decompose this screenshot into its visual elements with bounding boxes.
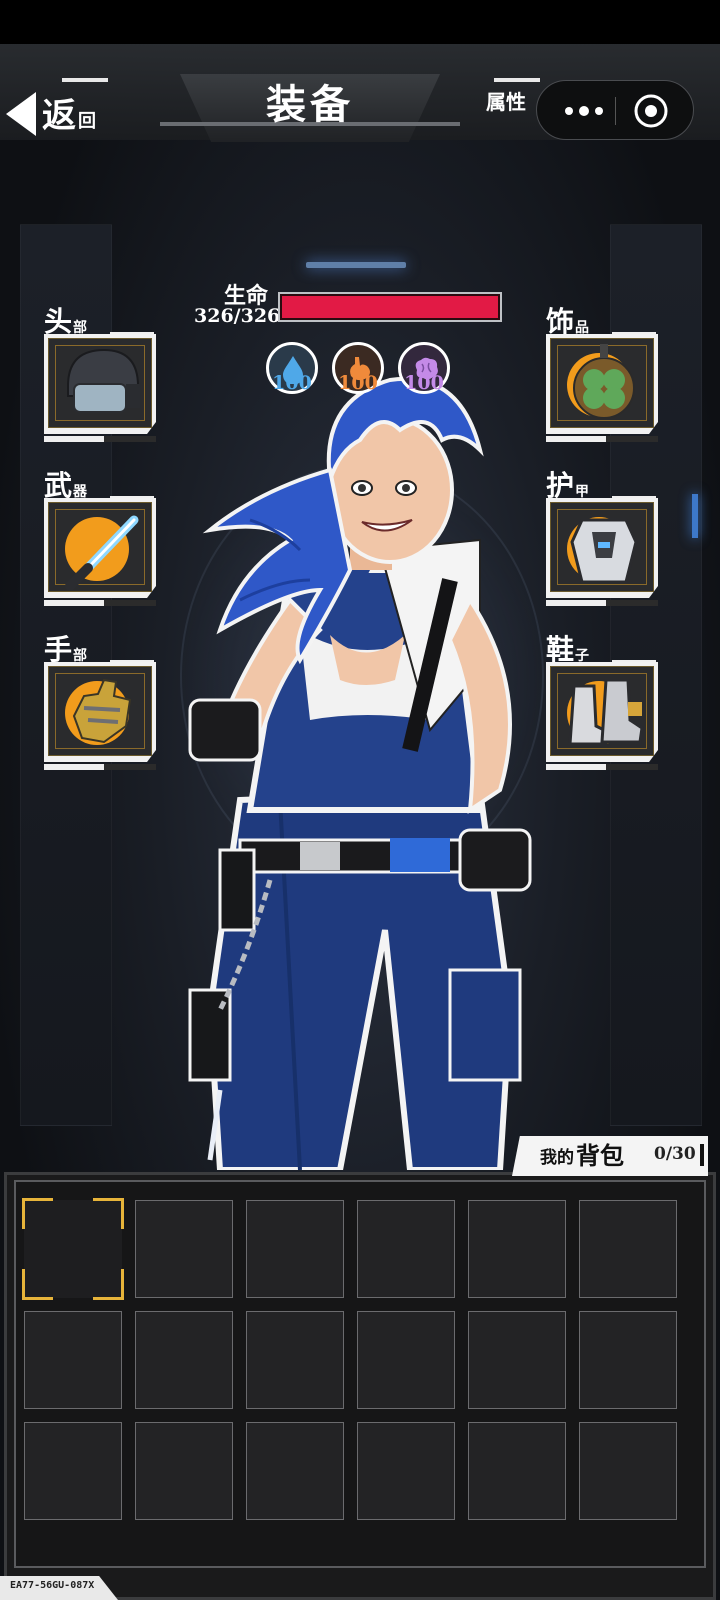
- page-title: 装备: [266, 81, 354, 128]
- backpack-slot[interactable]: [135, 1422, 233, 1520]
- back-label-small: 回: [78, 111, 96, 132]
- backpack-title: 我的 背包: [540, 1140, 624, 1172]
- backpack-slot[interactable]: [135, 1200, 233, 1298]
- slot-label-big: 武: [44, 469, 73, 502]
- miniprogram-capsule: [536, 80, 694, 140]
- slot-durability-bar: [44, 764, 156, 770]
- dot-icon: [579, 106, 589, 116]
- slot-label-big: 手: [44, 633, 73, 666]
- helmet-icon: [67, 348, 140, 413]
- slot-label: 手 部: [44, 634, 87, 666]
- clover-charm-icon: [573, 344, 635, 419]
- backpack-slot[interactable]: [468, 1311, 566, 1409]
- mind-stat-value: 100: [404, 372, 444, 394]
- footer-code: EA77-56GU-087X: [10, 1580, 95, 1591]
- slot-hands[interactable]: 手 部: [44, 634, 158, 770]
- backpack-slot[interactable]: [24, 1311, 122, 1409]
- selection-corner: [93, 1198, 124, 1229]
- backpack-slot[interactable]: [246, 1311, 344, 1409]
- backpack-slot[interactable]: [357, 1311, 455, 1409]
- boots-icon: [568, 678, 644, 746]
- backpack-slot[interactable]: [579, 1200, 677, 1298]
- slot-label-small: 部: [73, 320, 88, 336]
- backpack-title-small: 我的: [540, 1148, 574, 1168]
- backpack-title-big: 背包: [576, 1141, 624, 1170]
- hp-bar: [278, 292, 502, 322]
- slot-durability-bar: [44, 436, 156, 442]
- backpack-grid: [14, 1180, 706, 1568]
- slot-head[interactable]: 头 部: [44, 306, 158, 442]
- capsule-divider: [615, 97, 616, 125]
- backpack-slot[interactable]: [246, 1200, 344, 1298]
- backpack-count-marker: [700, 1144, 704, 1166]
- slot-label-small: 器: [73, 484, 88, 500]
- backpack-slot[interactable]: [468, 1200, 566, 1298]
- backpack-slot[interactable]: [135, 1311, 233, 1409]
- close-target-icon[interactable]: [633, 93, 669, 129]
- slot-label-big: 饰: [546, 305, 575, 338]
- slot-label: 头 部: [44, 306, 87, 338]
- backpack-slot[interactable]: [357, 1200, 455, 1298]
- armor-vest-icon: [570, 518, 638, 584]
- slot-label-small: 品: [575, 320, 590, 336]
- header-deco-line: [62, 78, 108, 82]
- slot-label-small: 甲: [575, 484, 590, 500]
- slot-shoes[interactable]: 鞋 子: [546, 634, 660, 770]
- backpack-slot[interactable]: [246, 1422, 344, 1520]
- slot-durability-bar: [546, 764, 658, 770]
- slot-label: 鞋 子: [546, 634, 589, 666]
- slot-label-big: 鞋: [546, 633, 575, 666]
- slot-label: 护 甲: [546, 470, 589, 502]
- slot-label-big: 护: [546, 469, 575, 502]
- slot-label: 武 器: [44, 470, 87, 502]
- food-stat-value: 100: [338, 372, 378, 394]
- lightsaber-icon: [65, 515, 139, 590]
- background-ceiling-light: [306, 262, 406, 268]
- hp-value: 326/326: [194, 305, 281, 327]
- status-bar: [0, 0, 720, 44]
- back-button[interactable]: 返 回: [6, 92, 96, 136]
- backpack-slot[interactable]: [22, 1198, 124, 1300]
- dot-icon: [595, 107, 603, 115]
- slot-label-small: 部: [73, 648, 88, 664]
- slot-accessory[interactable]: 饰 品: [546, 306, 660, 442]
- backpack-slot[interactable]: [357, 1422, 455, 1520]
- backpack-slot[interactable]: [579, 1311, 677, 1409]
- backpack-count: 0/30: [654, 1144, 696, 1164]
- slot-durability-bar: [44, 600, 156, 606]
- slot-durability-bar: [546, 600, 658, 606]
- hp-bar-fill: [282, 296, 498, 318]
- backpack-slot[interactable]: [24, 1422, 122, 1520]
- slot-label-big: 头: [44, 305, 73, 338]
- character-portrait: [188, 376, 532, 1170]
- back-label-big: 返: [42, 96, 76, 136]
- slot-weapon[interactable]: 武 器: [44, 470, 158, 606]
- water-stat-value: 100: [272, 372, 312, 394]
- gauntlet-icon: [72, 678, 132, 744]
- background-wall-light: [692, 494, 698, 538]
- selection-corner: [22, 1198, 53, 1229]
- tab-attributes[interactable]: 属性: [486, 86, 526, 115]
- dot-icon: [565, 107, 573, 115]
- back-arrow-icon: [6, 92, 36, 136]
- selection-corner: [93, 1269, 124, 1300]
- backpack-slot[interactable]: [468, 1422, 566, 1520]
- slot-label-small: 子: [575, 648, 590, 664]
- slot-label: 饰 品: [546, 306, 589, 338]
- backpack-slot[interactable]: [579, 1422, 677, 1520]
- more-menu-button[interactable]: [559, 94, 609, 128]
- slot-durability-bar: [546, 436, 658, 442]
- slot-armor[interactable]: 护 甲: [546, 470, 660, 606]
- header-deco-line: [494, 78, 540, 82]
- selection-corner: [22, 1269, 53, 1300]
